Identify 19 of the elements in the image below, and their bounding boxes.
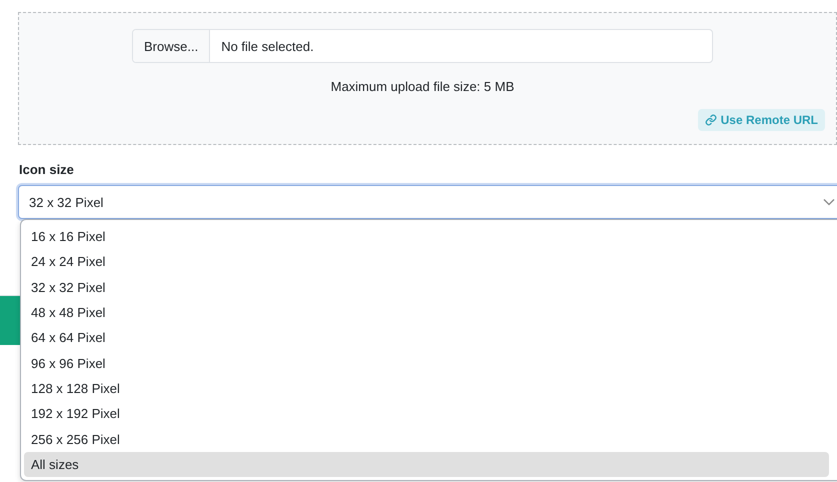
icon-size-select[interactable]: 32 x 32 Pixel: [18, 185, 837, 219]
dropdown-option[interactable]: 64 x 64 Pixel: [24, 325, 829, 350]
dropdown-option[interactable]: 24 x 24 Pixel: [24, 249, 829, 275]
dropdown-option[interactable]: 48 x 48 Pixel: [24, 300, 829, 326]
file-name: No file selected.: [220, 38, 315, 56]
dropdown-option[interactable]: All sizes: [24, 452, 829, 477]
dropdown-option[interactable]: 192 x 192 Pixel: [24, 401, 829, 426]
dropdown-option[interactable]: 256 x 256 Pixel: [24, 426, 829, 452]
accent-bar: [0, 296, 20, 345]
dropdown-option[interactable]: 16 x 16 Pixel: [24, 224, 829, 250]
upload-size-note: Maximum upload file size: 5 MB: [330, 79, 514, 94]
dropdown-option[interactable]: 96 x 96 Pixel: [24, 350, 829, 376]
file-input-field[interactable]: Browse... No file selected.: [132, 29, 713, 63]
chevron-down-icon: [823, 198, 835, 206]
browse-button[interactable]: Browse...: [133, 30, 210, 62]
dropdown-option[interactable]: 128 x 128 Pixel: [24, 376, 829, 402]
link-icon: [704, 114, 717, 126]
icon-size-label: Icon size: [19, 162, 75, 177]
dropdown-option[interactable]: 32 x 32 Pixel: [24, 274, 829, 300]
